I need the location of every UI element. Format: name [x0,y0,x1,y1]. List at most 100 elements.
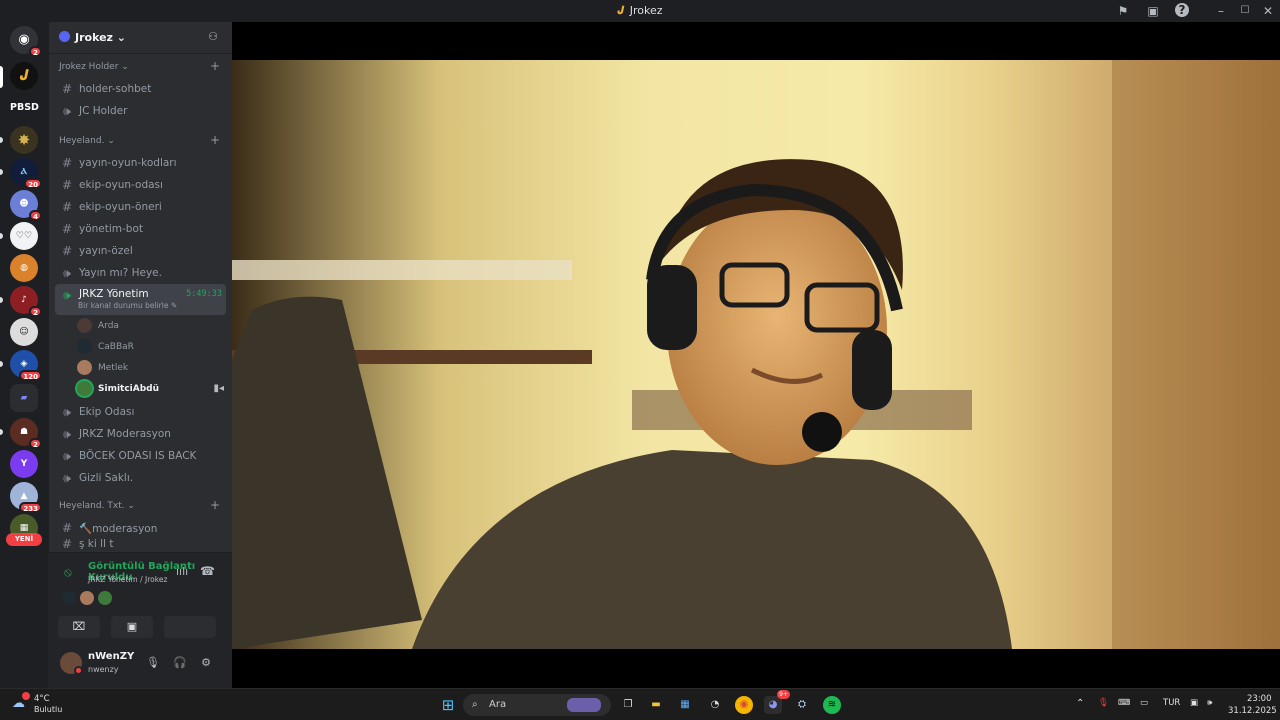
server-folder[interactable]: ▰ [10,384,38,412]
camera-toggle-button[interactable]: ⌧ [58,616,100,638]
channel-holder-sohbet[interactable]: # holder-sohbet [55,78,226,100]
server-a[interactable]: Ⲁ 20 [10,158,42,189]
clock-date[interactable]: 31.12.2025 [1228,706,1277,716]
channel-jrkz-moderasyon[interactable]: 🕪 JRKZ Moderasyon [55,423,226,445]
channel-yonetim-bot[interactable]: # yönetim-bot [55,218,226,240]
user-name[interactable]: nWenZY [88,651,134,662]
touchpad-icon[interactable]: ▭ [1140,698,1148,708]
channel-gizli-sakli[interactable]: 🕪 Gizli Saklı. [55,467,226,489]
home-button[interactable]: ◉ 2 [10,26,42,57]
voice-channel-icon: 🕪 [63,288,71,302]
home-badge: 2 [29,46,42,57]
channel-ekip-odasi[interactable]: 🕪 Ekip Odası [55,401,226,423]
voice-user-cabbar[interactable]: CaBBaR [77,336,232,357]
server-badge[interactable]: ◍ [10,254,38,282]
participant-avatar[interactable] [80,591,94,605]
server-pbsd[interactable]: PBSD [10,94,39,122]
add-channel-icon[interactable]: + [210,498,220,512]
participant-avatar[interactable] [98,591,112,605]
screen-share-button[interactable]: ▣ [111,616,153,638]
steam-icon[interactable]: ⛭ [793,696,811,714]
unread-pill [0,137,3,143]
close-button[interactable]: ✕ [1260,3,1276,19]
microphone-icon[interactable]: 🎙 [145,656,161,672]
maximize-button[interactable]: ☐ [1237,3,1253,19]
weather-temp[interactable]: 4°C [34,694,50,704]
channel-yayin-ozel[interactable]: # yayın-özel [55,240,226,262]
minimize-button[interactable]: – [1213,3,1229,19]
add-channel-icon[interactable]: + [210,133,220,147]
star-icon: ✸ [17,131,31,149]
channel-bocek-odasi[interactable]: 🕪 BÖCEK ODASI IS BACK [55,445,226,467]
server-sheriff[interactable]: ✸ [10,126,38,154]
keyboard-icon[interactable]: ⌨ [1118,698,1130,708]
mic-in-use-icon[interactable]: 🎙 [1098,698,1109,708]
channel-partial[interactable]: # ş ki ll t [55,539,226,549]
server-person[interactable]: ☗ 2 [10,418,42,449]
server-y[interactable]: Y [10,450,38,478]
connection-location[interactable]: JRKZ Yönetim / Jrokez [88,575,167,584]
server-jrokez[interactable]: 𝑱 [10,62,38,90]
channel-ekip-oyun-odasi[interactable]: # ekip-oyun-odası [55,174,226,196]
taskbar-search[interactable]: ⌕ Ara [463,694,611,716]
inbox-flag-icon[interactable]: ⚑ [1115,3,1131,19]
a-logo-icon: Ⲁ [20,167,28,177]
participant-avatar[interactable] [62,591,76,605]
bunk-bed-top [232,260,572,280]
door [1112,60,1280,649]
server-anime[interactable]: ☻ 4 [10,190,42,221]
disconnect-icon[interactable]: ☎ [200,564,215,578]
headset-right-cup [852,330,892,410]
windows-taskbar: ☁ 4°C Bulutlu ⊞ ⌕ Ara ❐ ▬ ▦ ◔ ◉ ◕ 9+ ⛭ ≋ ⌃… [0,688,1280,720]
snipping-tool-icon[interactable]: ◔ [706,696,724,714]
language-indicator[interactable]: TUR [1163,698,1180,708]
chrome-icon[interactable]: ◉ [735,696,753,714]
video-feed[interactable] [232,60,1280,649]
channel-jc-holder[interactable]: 🕪 JC Holder [55,100,226,122]
category-heyeland[interactable]: Heyeland. ⌄ + [49,130,232,152]
channel-yayin-mi[interactable]: 🕪 Yayın mı? Heye. [55,262,226,284]
settings-gear-icon[interactable]: ⚙ [198,656,214,672]
server-blue[interactable]: ◈ 120 [10,350,42,381]
network-icon[interactable]: ▣ [1190,698,1198,708]
new-unreads-badge[interactable]: YENİ [6,533,42,546]
noise-suppression-icon[interactable]: ıılı [176,565,188,578]
unread-pill-4 [0,297,3,303]
inbox-icon[interactable]: ▣ [1145,3,1161,19]
channel-status-prompt[interactable]: Bir kanal durumu belirle ✎ [78,301,177,310]
logo-icon: ◈ [20,359,28,369]
weather-desc[interactable]: Bulutlu [34,705,62,714]
server-mountain[interactable]: ▲ 233 [10,482,42,513]
clock-time[interactable]: 23:00 [1247,694,1272,704]
avatar [77,339,92,354]
text-channel-icon: # [61,539,73,549]
file-explorer-icon[interactable]: ▬ [647,696,665,714]
category-heyeland-txt[interactable]: Heyeland. Txt. ⌄ + [49,495,232,517]
channel-yayin-oyun-kodlari[interactable]: # yayın-oyun-kodları [55,152,226,174]
add-channel-icon[interactable]: + [210,59,220,73]
chevron-up-icon[interactable]: ⌃ [1076,698,1084,709]
windows-start-icon[interactable]: ⊞ [439,696,457,714]
spotify-icon[interactable]: ≋ [823,696,841,714]
server-tiktok[interactable]: ♪ 2 [10,286,42,317]
volume-icon[interactable]: 🕪 [1207,698,1212,708]
task-view-icon[interactable]: ❐ [619,696,637,714]
channel-jrkz-yonetim[interactable]: 🕪 JRKZ Yönetim 5:49:33 Bir kanal durumu bel… [55,284,226,315]
signal-icon[interactable]: ⦸ [64,565,72,580]
discord-taskbar-icon[interactable]: ◕ 9+ [764,690,790,714]
guild-header[interactable]: Jrokez ⌄ ⚇ [49,22,232,54]
voice-user-arda[interactable]: Arda [77,315,232,336]
channel-moderasyon[interactable]: # 🔨moderasyon [55,517,226,539]
invite-icon[interactable]: ⚇ [208,30,218,43]
voice-user-metlek[interactable]: Metlek [77,357,232,378]
help-icon[interactable]: ? [1175,3,1189,17]
headphones-icon[interactable]: 🎧 [172,656,188,672]
voice-user-simitciabdu[interactable]: SimitciAbdü ▮◂ [77,378,232,399]
user-tag[interactable]: nwenzy [88,665,119,674]
category-jrokez-holder[interactable]: Jrokez Holder ⌄ + [49,56,232,78]
server-cartoon[interactable]: ☺ [10,318,38,346]
channel-ekip-oyun-oneri[interactable]: # ekip-oyun-öneri [55,196,226,218]
microsoft-store-icon[interactable]: ▦ [676,696,694,714]
server-hearts[interactable]: ♡♡ [10,222,38,250]
voice-channel-icon: 🕪 [63,448,71,463]
